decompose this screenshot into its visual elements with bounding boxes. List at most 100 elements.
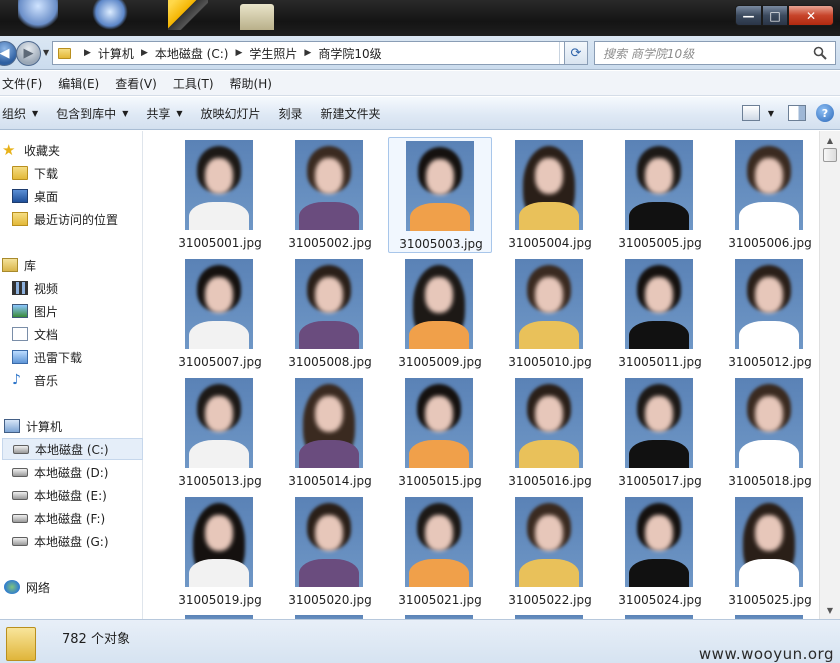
- sidebar-item-desktop[interactable]: 桌面: [12, 185, 153, 207]
- breadcrumb-computer[interactable]: 计算机: [98, 45, 134, 62]
- sidebar-item-label: 音乐: [34, 373, 59, 388]
- photo-thumbnail: [625, 378, 693, 468]
- sidebar-item-thunder-downloads[interactable]: 迅雷下载: [12, 346, 153, 368]
- scrollbar-thumb[interactable]: [823, 148, 837, 162]
- file-tile[interactable]: 31005008.jpg: [278, 256, 382, 372]
- breadcrumb-drive-c[interactable]: 本地磁盘 (C:): [155, 45, 229, 62]
- photo-thumbnail: [735, 497, 803, 587]
- file-name: 31005009.jpg: [398, 355, 482, 369]
- close-button[interactable]: ✕: [788, 5, 834, 26]
- sidebar-item-drive-f[interactable]: 本地磁盘 (F:): [12, 507, 153, 529]
- sidebar-item-drive-e[interactable]: 本地磁盘 (E:): [12, 484, 153, 506]
- sidebar-item-music[interactable]: ♪ 音乐: [12, 369, 153, 391]
- photo-thumbnail: [735, 140, 803, 230]
- file-tile[interactable]: 31005005.jpg: [608, 137, 712, 253]
- file-name: 31005002.jpg: [288, 236, 372, 250]
- sidebar-item-network[interactable]: 网络: [4, 576, 145, 598]
- view-controls: ▼ ?: [741, 104, 834, 122]
- sidebar-item-libraries[interactable]: 库: [2, 254, 143, 276]
- include-in-library-button[interactable]: 包含到库中 ▼: [54, 105, 144, 122]
- breadcrumb-current-folder[interactable]: 商学院10级: [318, 45, 381, 62]
- file-name: 31005010.jpg: [508, 355, 592, 369]
- scroll-up-icon[interactable]: ▲: [822, 132, 838, 148]
- file-tile[interactable]: 31005024.jpg: [608, 494, 712, 610]
- address-bar[interactable]: ▶ 计算机 ▶ 本地磁盘 (C:) ▶ 学生照片 ▶ 商学院10级 ▼: [52, 41, 586, 65]
- file-tile[interactable]: 31005002.jpg: [278, 137, 382, 253]
- help-icon[interactable]: ?: [816, 104, 834, 122]
- new-folder-button[interactable]: 新建文件夹: [319, 105, 397, 122]
- menu-file[interactable]: 文件(F): [0, 75, 50, 92]
- file-tile[interactable]: 31005015.jpg: [388, 375, 492, 491]
- chevron-right-icon[interactable]: ▶: [84, 48, 91, 58]
- menu-help[interactable]: 帮助(H): [228, 75, 280, 92]
- change-view-icon[interactable]: [741, 105, 760, 121]
- file-tile[interactable]: 31005018.jpg: [718, 375, 819, 491]
- scroll-down-icon[interactable]: ▼: [822, 602, 838, 618]
- file-tile[interactable]: 31005003.jpg: [388, 137, 492, 253]
- slideshow-button[interactable]: 放映幻灯片: [199, 105, 277, 122]
- refresh-button[interactable]: ⟳: [564, 41, 588, 65]
- history-dropdown[interactable]: ▼: [43, 48, 49, 57]
- breadcrumb-student-photos[interactable]: 学生照片: [249, 45, 297, 62]
- sidebar-item-computer[interactable]: 计算机: [4, 415, 145, 437]
- sidebar-item-drive-g[interactable]: 本地磁盘 (G:): [12, 530, 153, 552]
- organize-button[interactable]: 组织 ▼: [0, 105, 54, 122]
- file-tile[interactable]: 31005001.jpg: [168, 137, 272, 253]
- status-bar: 782 个对象 www.wooyun.org: [0, 619, 840, 663]
- search-input[interactable]: 搜索 商学院10级: [594, 41, 836, 65]
- file-tile[interactable]: 31005004.jpg: [498, 137, 602, 253]
- sidebar-item-videos[interactable]: 视频: [12, 277, 153, 299]
- minimize-button[interactable]: —: [735, 5, 762, 26]
- photo-thumbnail: [185, 378, 253, 468]
- sidebar-item-pictures[interactable]: 图片: [12, 300, 153, 322]
- file-tile[interactable]: 31005021.jpg: [388, 494, 492, 610]
- file-tile[interactable]: 31005020.jpg: [278, 494, 382, 610]
- menu-edit[interactable]: 编辑(E): [56, 75, 107, 92]
- burn-button[interactable]: 刻录: [277, 105, 319, 122]
- network-icon: [4, 580, 20, 594]
- file-tile[interactable]: 31005022.jpg: [498, 494, 602, 610]
- file-name: 31005021.jpg: [398, 593, 482, 607]
- sidebar-item-label: 图片: [34, 304, 59, 319]
- forward-button[interactable]: ▶: [16, 41, 41, 66]
- sidebar-item-recent-places[interactable]: 最近访问的位置: [12, 208, 153, 230]
- file-tile[interactable]: 31005025.jpg: [718, 494, 819, 610]
- sidebar-item-favorites[interactable]: ★ 收藏夹: [2, 139, 143, 161]
- sidebar-item-downloads[interactable]: 下载: [12, 162, 153, 184]
- maximize-button[interactable]: □: [762, 5, 788, 26]
- file-tile[interactable]: 31005014.jpg: [278, 375, 382, 491]
- file-tile[interactable]: 31005013.jpg: [168, 375, 272, 491]
- sidebar-item-label: 下载: [34, 166, 59, 181]
- sidebar-item-documents[interactable]: 文档: [12, 323, 153, 345]
- sidebar-item-label: 库: [24, 258, 37, 273]
- chevron-right-icon[interactable]: ▶: [304, 48, 311, 58]
- file-tile[interactable]: 31005007.jpg: [168, 256, 272, 372]
- back-button[interactable]: ◀: [0, 41, 17, 66]
- desktop-icon: [168, 0, 208, 30]
- photo-thumbnail: [185, 140, 253, 230]
- preview-pane-icon[interactable]: [788, 105, 806, 121]
- pictures-library-icon: [12, 304, 28, 318]
- chevron-down-icon[interactable]: ▼: [768, 109, 774, 118]
- file-tile[interactable]: 31005019.jpg: [168, 494, 272, 610]
- chevron-right-icon[interactable]: ▶: [141, 48, 148, 58]
- file-tile[interactable]: 31005012.jpg: [718, 256, 819, 372]
- photo-thumbnail: [405, 259, 473, 349]
- file-tile[interactable]: 31005006.jpg: [718, 137, 819, 253]
- sidebar-item-drive-d[interactable]: 本地磁盘 (D:): [12, 461, 153, 483]
- menu-view[interactable]: 查看(V): [113, 75, 165, 92]
- menu-tools[interactable]: 工具(T): [171, 75, 222, 92]
- sidebar-item-label: 最近访问的位置: [34, 212, 119, 227]
- sidebar-item-drive-c[interactable]: 本地磁盘 (C:): [2, 438, 143, 460]
- item-count: 782 个对象: [62, 632, 130, 647]
- share-button[interactable]: 共享 ▼: [144, 105, 198, 122]
- file-tile[interactable]: 31005010.jpg: [498, 256, 602, 372]
- file-tile[interactable]: 31005016.jpg: [498, 375, 602, 491]
- file-tile[interactable]: 31005017.jpg: [608, 375, 712, 491]
- photo-thumbnail: [515, 497, 583, 587]
- file-tile[interactable]: 31005011.jpg: [608, 256, 712, 372]
- thunder-download-icon: [12, 350, 28, 364]
- chevron-right-icon[interactable]: ▶: [235, 48, 242, 58]
- vertical-scrollbar[interactable]: ▲ ▼: [819, 131, 840, 619]
- file-tile[interactable]: 31005009.jpg: [388, 256, 492, 372]
